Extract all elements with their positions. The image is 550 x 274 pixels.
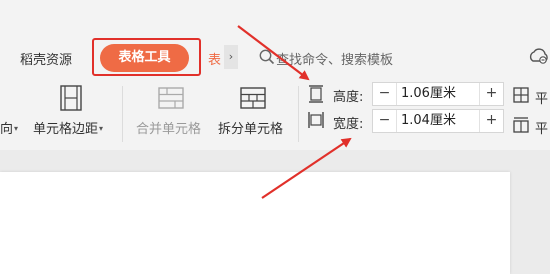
document-page[interactable] [0, 172, 510, 274]
height-label: 高度: [333, 90, 364, 105]
distribute-rows-label-partial[interactable]: 平 [535, 88, 548, 107]
distribute-cols-label-partial[interactable]: 平 [535, 118, 548, 137]
distribute-rows-icon[interactable] [512, 86, 530, 104]
col-width-icon [308, 112, 324, 128]
ribbon-divider [298, 86, 299, 142]
search-input[interactable]: 查找命令、搜索模板 [276, 49, 393, 68]
ribbon-divider [122, 86, 123, 142]
direction-partial-label[interactable]: 向▾ [0, 118, 18, 137]
tab-table-style-truncated[interactable]: 表 [208, 49, 221, 68]
split-cells-icon[interactable] [239, 86, 267, 110]
width-decrease-button[interactable]: − [373, 110, 397, 132]
split-cells-button[interactable]: 拆分单元格 [218, 118, 283, 137]
row-height-icon [309, 85, 323, 103]
cell-margin-icon[interactable] [58, 84, 84, 112]
tab-table-tools[interactable]: 表格工具 [100, 44, 189, 72]
merge-cells-icon [158, 87, 184, 109]
merge-cells-button: 合并单元格 [136, 122, 202, 137]
height-increase-button[interactable]: + [479, 83, 503, 105]
tab-scroll-right-button[interactable]: › [224, 45, 238, 69]
width-label: 宽度: [333, 117, 364, 132]
height-decrease-button[interactable]: − [373, 83, 397, 105]
search-icon[interactable] [258, 48, 276, 66]
height-value[interactable]: 1.06厘米 [401, 83, 456, 105]
height-stepper[interactable]: − 1.06厘米 + [372, 82, 504, 106]
width-increase-button[interactable]: + [479, 110, 503, 132]
cell-margin-button[interactable]: 单元格边距▾ [33, 118, 103, 137]
width-stepper[interactable]: − 1.04厘米 + [372, 109, 504, 133]
cloud-icon[interactable] [527, 46, 549, 66]
width-value[interactable]: 1.04厘米 [401, 110, 456, 132]
tab-bar: 稻壳资源 表格工具 表 › 查找命令、搜索模板 [0, 0, 550, 80]
distribute-cols-icon[interactable] [512, 116, 530, 134]
tab-docer[interactable]: 稻壳资源 [20, 49, 72, 68]
